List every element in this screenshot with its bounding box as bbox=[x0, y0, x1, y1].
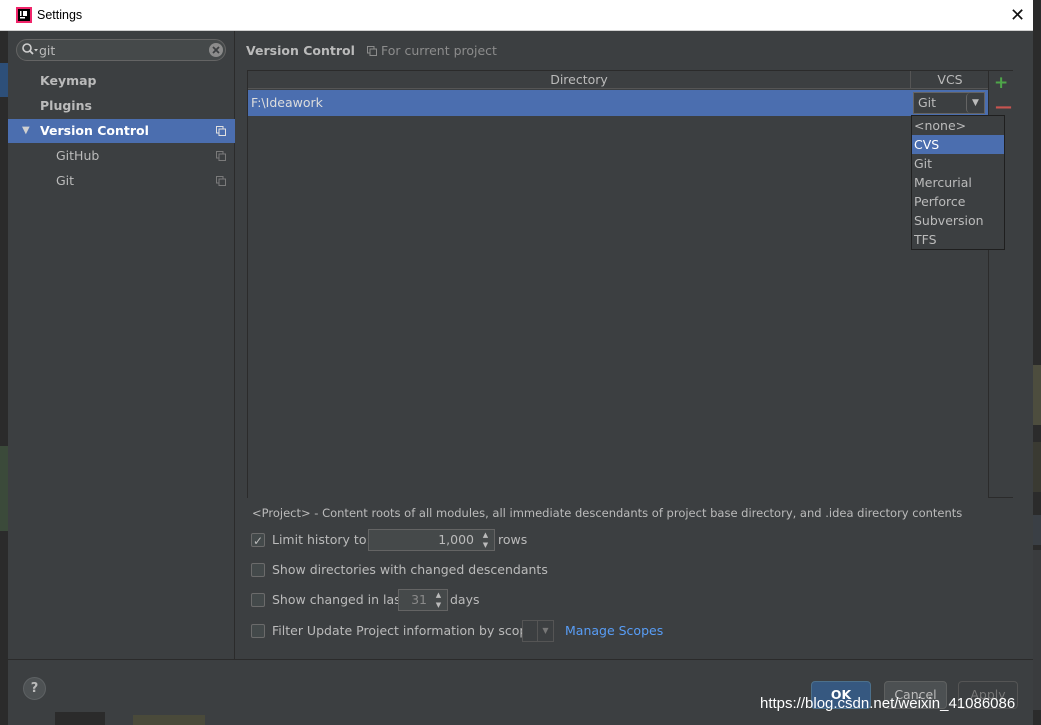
scope-hint-text: For current project bbox=[381, 43, 497, 58]
vcs-mappings-table: Directory VCS F:\Ideawork Git ▼ + — bbox=[247, 70, 1013, 498]
window-title: Settings bbox=[37, 8, 83, 22]
page-title: Version Control bbox=[246, 43, 355, 58]
stepper-arrows-icon[interactable]: ▲ ▼ bbox=[478, 530, 493, 550]
show-changed-stepper[interactable]: 31 ▲ ▼ bbox=[398, 589, 448, 611]
vcs-option-tfs[interactable]: TFS bbox=[912, 230, 1004, 249]
settings-dialog: Settings ✕ Keymap Plugins ▼ bbox=[0, 0, 1033, 725]
settings-sidebar: Keymap Plugins ▼ Version Control GitHub … bbox=[8, 31, 235, 659]
limit-history-stepper[interactable]: 1,000 ▲ ▼ bbox=[368, 529, 495, 551]
column-header-directory[interactable]: Directory bbox=[248, 71, 911, 89]
filter-update-checkbox[interactable] bbox=[251, 624, 265, 638]
background-left-strip bbox=[0, 31, 8, 725]
vcs-option-git[interactable]: Git bbox=[912, 154, 1004, 173]
column-header-vcs[interactable]: VCS bbox=[912, 71, 988, 89]
sidebar-item-plugins[interactable]: Plugins bbox=[8, 94, 235, 118]
scope-hint: For current project bbox=[367, 43, 497, 58]
expand-arrow-icon[interactable]: ▼ bbox=[22, 119, 30, 143]
limit-history-suffix: rows bbox=[498, 532, 528, 547]
search-icon[interactable] bbox=[21, 42, 41, 58]
sidebar-item-git[interactable]: Git bbox=[8, 169, 235, 193]
sidebar-item-label: Plugins bbox=[40, 98, 92, 113]
filter-update-label: Filter Update Project information by sco… bbox=[272, 623, 535, 638]
vcs-option-cvs[interactable]: CVS bbox=[912, 135, 1004, 154]
add-mapping-icon[interactable]: + bbox=[994, 73, 1008, 93]
title-bar: Settings ✕ bbox=[0, 0, 1033, 31]
vcs-option-subversion[interactable]: Subversion bbox=[912, 211, 1004, 230]
help-icon[interactable]: ? bbox=[23, 677, 46, 700]
stepper-arrows-icon[interactable]: ▲ ▼ bbox=[431, 590, 446, 610]
mapping-description: <Project> - Content roots of all modules… bbox=[252, 506, 963, 520]
limit-history-label: Limit history to: bbox=[272, 532, 371, 547]
vcs-dropdown-list: <none> CVS Git Mercurial Perforce Subver… bbox=[911, 115, 1005, 250]
sidebar-item-label: Keymap bbox=[40, 73, 97, 88]
scope-select[interactable]: ▼ bbox=[522, 620, 554, 642]
show-changed-value: 31 bbox=[411, 592, 427, 607]
vcs-select[interactable]: Git ▼ bbox=[913, 92, 985, 114]
project-scope-icon bbox=[367, 46, 377, 56]
directory-cell[interactable]: F:\Ideawork bbox=[251, 90, 323, 116]
show-changed-checkbox[interactable] bbox=[251, 593, 265, 607]
table-row[interactable]: F:\Ideawork Git ▼ bbox=[248, 90, 988, 116]
search-input[interactable] bbox=[39, 41, 199, 59]
show-changed-label: Show changed in last bbox=[272, 592, 406, 607]
project-scope-icon bbox=[216, 176, 226, 186]
chevron-down-icon[interactable]: ▼ bbox=[537, 621, 553, 641]
search-box[interactable] bbox=[16, 39, 226, 61]
background-editor-strip bbox=[1033, 30, 1041, 725]
table-header: Directory VCS bbox=[248, 71, 988, 89]
vcs-select-value: Git bbox=[918, 95, 937, 110]
sidebar-item-label: Version Control bbox=[40, 123, 149, 138]
vcs-option-mercurial[interactable]: Mercurial bbox=[912, 173, 1004, 192]
chevron-down-icon[interactable]: ▼ bbox=[966, 93, 984, 113]
vcs-option-none[interactable]: <none> bbox=[912, 116, 1004, 135]
sidebar-item-label: Git bbox=[56, 173, 75, 188]
intellij-icon bbox=[16, 7, 32, 23]
remove-mapping-icon[interactable]: — bbox=[995, 97, 1012, 117]
sidebar-item-version-control[interactable]: ▼ Version Control bbox=[8, 119, 235, 143]
table-body: F:\Ideawork Git ▼ bbox=[248, 90, 988, 498]
sidebar-item-github[interactable]: GitHub bbox=[8, 144, 235, 168]
sidebar-item-label: GitHub bbox=[56, 148, 100, 163]
vcs-option-perforce[interactable]: Perforce bbox=[912, 192, 1004, 211]
background-editor-peek bbox=[55, 712, 355, 725]
limit-history-value: 1,000 bbox=[438, 532, 474, 547]
sidebar-item-keymap[interactable]: Keymap bbox=[8, 69, 235, 93]
show-changed-suffix: days bbox=[450, 592, 480, 607]
project-scope-icon bbox=[216, 126, 226, 136]
close-icon[interactable]: ✕ bbox=[1002, 2, 1033, 29]
limit-history-checkbox[interactable] bbox=[251, 530, 265, 552]
project-scope-icon bbox=[216, 151, 226, 161]
show-dirs-checkbox[interactable] bbox=[251, 563, 265, 577]
clear-search-icon[interactable] bbox=[208, 42, 224, 58]
watermark: https://blog.csdn.net/weixin_41086086 bbox=[760, 695, 1016, 712]
manage-scopes-link[interactable]: Manage Scopes bbox=[565, 620, 663, 642]
show-dirs-label: Show directories with changed descendant… bbox=[272, 562, 548, 577]
